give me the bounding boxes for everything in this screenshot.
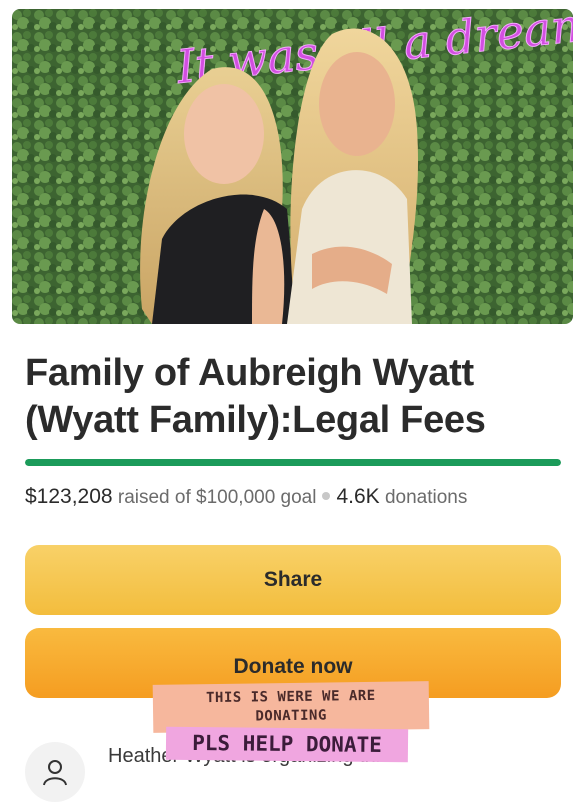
amount-raised: $123,208 — [25, 485, 113, 508]
share-button[interactable]: Share — [25, 545, 561, 615]
fundraising-progress-bar — [25, 459, 561, 466]
campaign-hero-photo: It was all a dream — [12, 9, 573, 324]
organizer-avatar — [25, 742, 85, 802]
donations-count: 4.6K — [336, 485, 380, 508]
overlay-sticker-help: PLS HELP DONATE — [165, 726, 409, 763]
sticker-line-2: DONATING — [255, 707, 327, 725]
share-button-label: Share — [263, 568, 323, 591]
donations-label: donations — [384, 487, 468, 508]
separator-dot — [322, 492, 331, 501]
goal-text: raised of $100,000 goal — [117, 487, 317, 508]
donate-button-label: Donate now — [233, 655, 353, 678]
overlay-sticker-note: THIS IS WERE WE ARE DONATING — [152, 681, 430, 733]
fundraising-stats: $123,208 raised of $100,000 goal 4.6K don… — [25, 485, 467, 509]
user-icon — [43, 760, 67, 786]
campaign-title: Family of Aubreigh Wyatt (Wyatt Family):… — [25, 352, 486, 441]
progress-fill — [25, 459, 561, 466]
